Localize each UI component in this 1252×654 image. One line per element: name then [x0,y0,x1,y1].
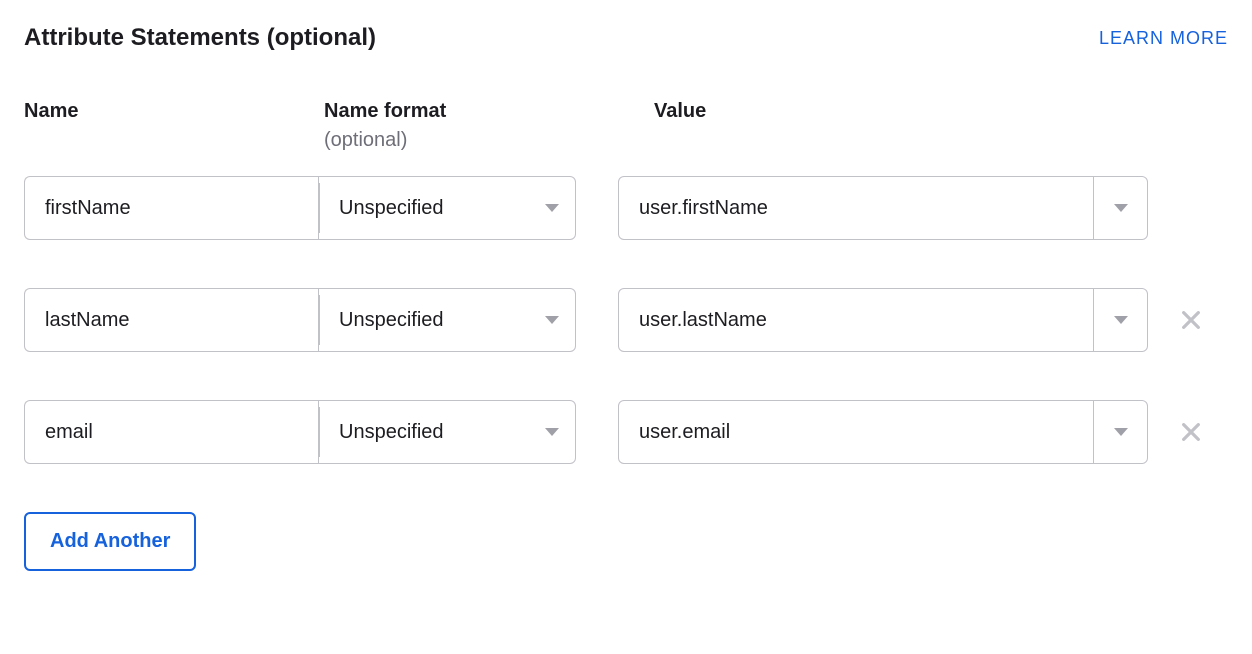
attribute-value-combobox[interactable]: user.firstName [618,176,1148,240]
column-header-value: Value [654,100,1184,123]
close-icon [1180,421,1202,443]
chevron-down-icon [1114,428,1128,436]
name-format-selected-value: Unspecified [339,197,444,220]
attribute-value-dropdown-toggle[interactable] [1093,289,1147,351]
attribute-row: Unspecified user.email [24,400,1228,464]
learn-more-link[interactable]: LEARN MORE [1099,28,1228,49]
column-header-name: Name [24,100,324,123]
chevron-down-icon [545,316,559,324]
attribute-value-text: user.email [619,421,1093,444]
attribute-value-dropdown-toggle[interactable] [1093,177,1147,239]
section-title: Attribute Statements (optional) [24,24,376,52]
remove-placeholder [1176,193,1206,223]
attribute-name-input[interactable] [24,400,318,464]
remove-row-button[interactable] [1176,305,1206,335]
add-another-button[interactable]: Add Another [24,512,196,571]
column-header-format-hint: (optional) [324,129,624,152]
attribute-value-dropdown-toggle[interactable] [1093,401,1147,463]
name-format-select[interactable]: Unspecified [318,288,576,352]
chevron-down-icon [1114,204,1128,212]
attribute-value-text: user.lastName [619,309,1093,332]
attribute-value-combobox[interactable]: user.email [618,400,1148,464]
close-icon [1180,309,1202,331]
attribute-row: Unspecified user.lastName [24,288,1228,352]
name-format-selected-value: Unspecified [339,421,444,444]
name-format-select[interactable]: Unspecified [318,400,576,464]
remove-row-button[interactable] [1176,417,1206,447]
attribute-name-input[interactable] [24,288,318,352]
column-header-format: Name format [324,100,624,123]
attribute-row: Unspecified user.firstName [24,176,1228,240]
chevron-down-icon [545,204,559,212]
chevron-down-icon [545,428,559,436]
attribute-value-text: user.firstName [619,197,1093,220]
chevron-down-icon [1114,316,1128,324]
attribute-value-combobox[interactable]: user.lastName [618,288,1148,352]
attribute-name-input[interactable] [24,176,318,240]
name-format-select[interactable]: Unspecified [318,176,576,240]
name-format-selected-value: Unspecified [339,309,444,332]
